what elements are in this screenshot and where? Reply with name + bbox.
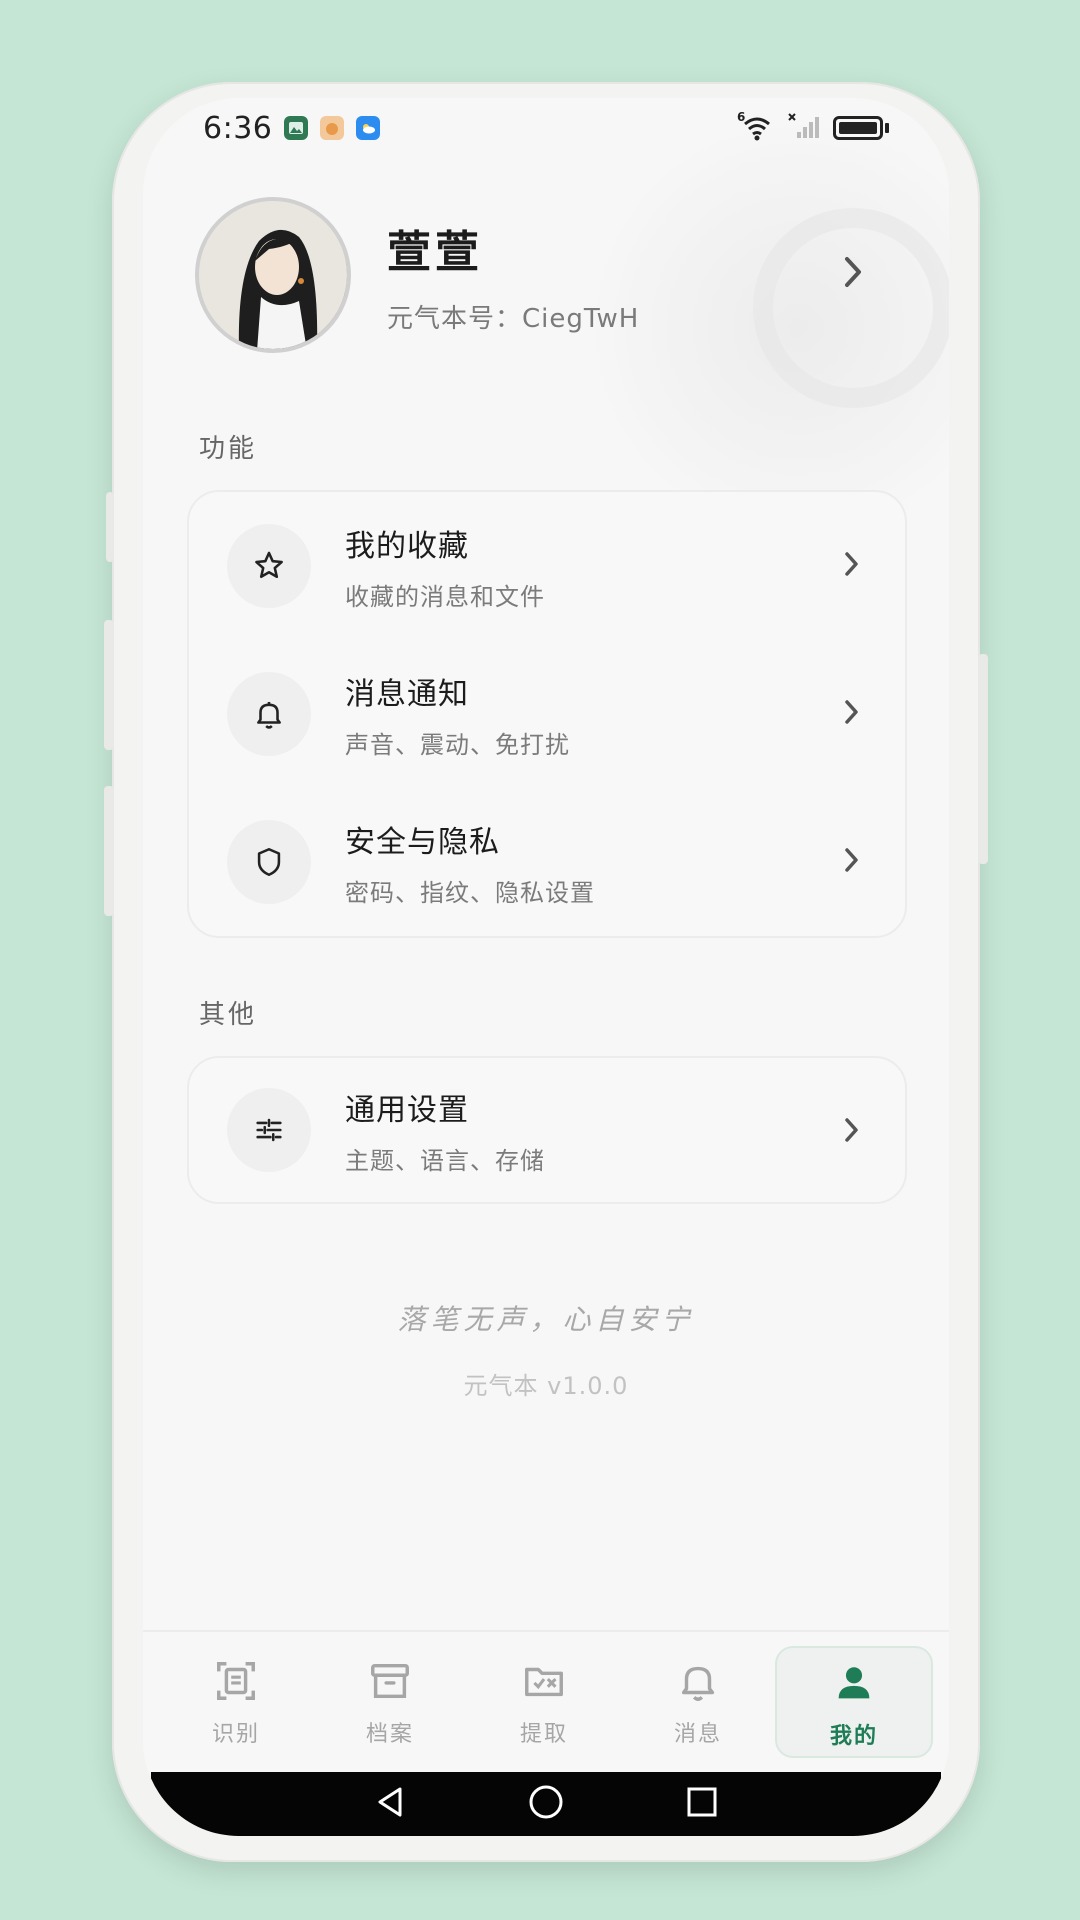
avatar[interactable] (195, 197, 351, 353)
pet-app-icon (320, 116, 345, 140)
back-icon[interactable] (373, 1785, 407, 1823)
list-item-subtitle: 密码、指纹、隐私设置 (345, 878, 595, 907)
signal-icon (787, 112, 823, 144)
list-item-text: 通用设置 主题、语言、存储 (345, 1085, 545, 1176)
chevron-right-icon (843, 1116, 861, 1148)
sliders-icon (227, 1088, 311, 1172)
phone-side-button (104, 786, 114, 916)
network-label: 6 (737, 110, 746, 124)
status-bar: 6:36 6 (143, 98, 949, 158)
list-item-title: 我的收藏 (345, 528, 469, 564)
others-card: 通用设置 主题、语言、存储 (187, 1056, 907, 1204)
phone-side-button (104, 620, 114, 750)
profile-header[interactable]: 萱萱 元气本号：CiegTwH (195, 197, 915, 353)
list-item-notifications[interactable]: 消息通知 声音、震动、免打扰 (189, 640, 905, 788)
bell-icon (675, 1658, 721, 1708)
profile-nickname: 萱萱 (387, 226, 483, 278)
list-item-text: 安全与隐私 密码、指纹、隐私设置 (345, 817, 595, 908)
chevron-right-icon (843, 698, 861, 730)
battery-tip (885, 123, 889, 133)
chevron-right-icon[interactable] (843, 255, 865, 293)
weather-app-icon (356, 116, 381, 140)
status-time: 6:36 (203, 110, 273, 146)
list-item-title: 通用设置 (345, 1092, 469, 1128)
list-item-subtitle: 收藏的消息和文件 (345, 582, 545, 611)
list-item-subtitle: 主题、语言、存储 (345, 1146, 545, 1175)
tab-label: 我的 (829, 1724, 878, 1749)
phone-side-button (978, 654, 988, 864)
gallery-app-icon (284, 116, 309, 140)
chevron-right-icon (843, 550, 861, 582)
tab-messages[interactable]: 消息 (621, 1646, 775, 1758)
list-item-text: 消息通知 声音、震动、免打扰 (345, 669, 570, 760)
folder-extract-icon (521, 1658, 567, 1708)
bottom-tab-bar: 识别 档案 提取 消息 我的 (143, 1630, 949, 1772)
shield-icon (227, 820, 311, 904)
status-indicators: 6 (737, 110, 889, 144)
phone-side-button (106, 492, 114, 562)
tab-extract[interactable]: 提取 (467, 1646, 621, 1758)
list-item-text: 我的收藏 收藏的消息和文件 (345, 521, 545, 612)
phone-screen: 6:36 6 萱萱 元气本号：CiegTwH 功能 我的收藏 收藏的消息和文件 … (143, 98, 949, 1836)
profile-account-id: 元气本号：CiegTwH (387, 303, 640, 334)
features-card: 我的收藏 收藏的消息和文件 消息通知 声音、震动、免打扰 安全与隐私 密码、指纹… (187, 490, 907, 938)
recent-apps-icon[interactable] (685, 1785, 719, 1823)
bell-icon (227, 672, 311, 756)
tab-label: 消息 (673, 1722, 722, 1747)
list-item-title: 安全与隐私 (345, 824, 500, 860)
star-icon (227, 524, 311, 608)
tab-label: 提取 (519, 1722, 568, 1747)
chevron-right-icon (843, 846, 861, 878)
list-item-title: 消息通知 (345, 676, 469, 712)
user-icon (831, 1660, 877, 1710)
wifi-icon: 6 (737, 110, 777, 142)
battery-icon (833, 116, 883, 140)
list-item-subtitle: 声音、震动、免打扰 (345, 730, 570, 759)
tab-archive[interactable]: 档案 (313, 1646, 467, 1758)
tab-mine[interactable]: 我的 (775, 1646, 933, 1758)
profile-info: 萱萱 元气本号：CiegTwH (387, 216, 639, 335)
list-item-general-settings[interactable]: 通用设置 主题、语言、存储 (189, 1058, 905, 1202)
system-navigation-bar (151, 1772, 941, 1836)
footer-motto: 落笔无声，心自安宁 (397, 1303, 695, 1336)
section-title-features: 功能 (199, 434, 258, 464)
app-version: 元气本 v1.0.0 (463, 1372, 629, 1400)
tab-label: 档案 (365, 1722, 414, 1747)
scan-icon (213, 1658, 259, 1708)
tab-recognize[interactable]: 识别 (159, 1646, 313, 1758)
section-title-others: 其他 (199, 1000, 258, 1030)
list-item-favorites[interactable]: 我的收藏 收藏的消息和文件 (189, 492, 905, 640)
tab-label: 识别 (211, 1722, 260, 1747)
home-icon[interactable] (527, 1783, 565, 1825)
list-item-security[interactable]: 安全与隐私 密码、指纹、隐私设置 (189, 788, 905, 936)
archive-icon (367, 1658, 413, 1708)
